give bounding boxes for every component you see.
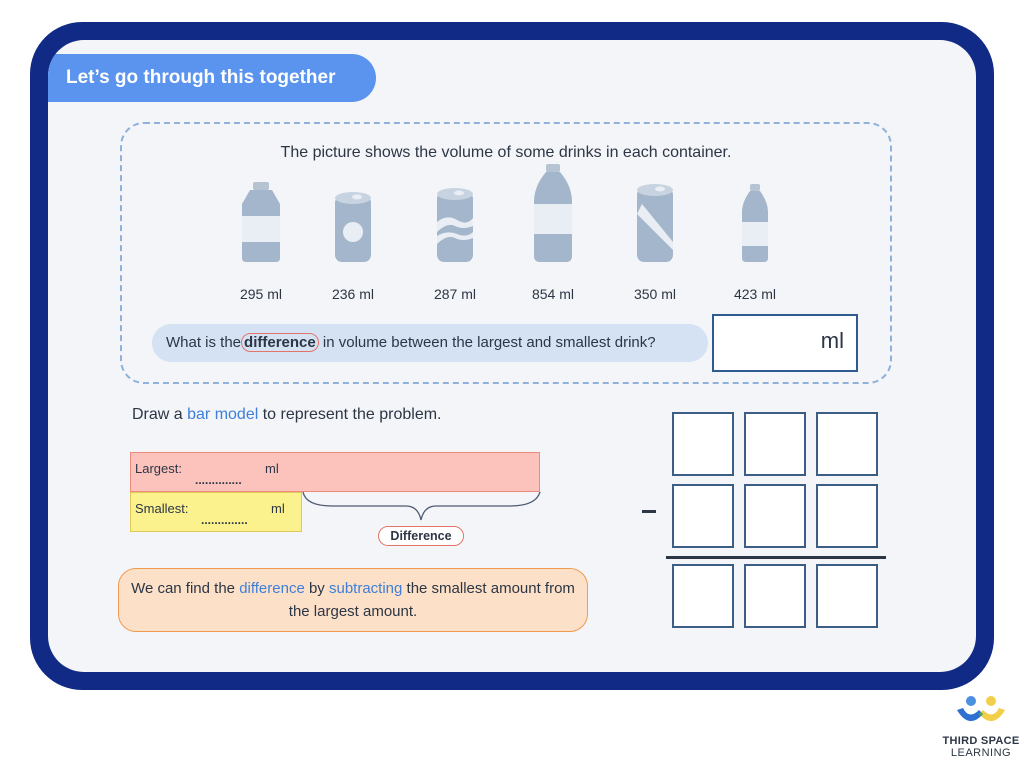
drink-volume: 350 ml	[633, 286, 677, 302]
question-panel: The picture shows the volume of some dri…	[120, 122, 892, 384]
answer-input[interactable]: ml	[712, 314, 858, 372]
difference-label: Difference	[378, 526, 464, 546]
hint-text: by	[304, 580, 329, 597]
drink-volume: 295 ml	[239, 286, 283, 302]
largest-bar: Largest: .............. ml	[130, 452, 540, 492]
third-space-learning-logo: THIRD SPACE LEARNING	[938, 694, 1024, 759]
hint-text: We can find the	[131, 580, 240, 597]
drink-item: 350 ml	[610, 174, 700, 302]
digit-box[interactable]	[672, 412, 734, 476]
digit-box[interactable]	[816, 412, 878, 476]
drink-volume: 854 ml	[531, 286, 575, 302]
drink-item: 236 ml	[308, 174, 398, 302]
largest-blank[interactable]: ..............	[195, 473, 242, 487]
slide-content: Let’s go through this together The pictu…	[48, 40, 976, 672]
smallest-bar: Smallest: .............. ml	[130, 492, 302, 532]
digit-box[interactable]	[816, 484, 878, 548]
hint-box: We can find the difference by subtractin…	[118, 568, 588, 632]
digit-box[interactable]	[744, 412, 806, 476]
drink-item: 854 ml	[508, 162, 598, 302]
slide-banner: Let’s go through this together	[48, 54, 376, 102]
smallest-unit: ml	[271, 501, 285, 516]
question-intro: The picture shows the volume of some dri…	[280, 144, 732, 161]
keyword-difference: difference	[241, 333, 319, 352]
difference-brace	[302, 492, 541, 521]
drink-item: 287 ml	[410, 174, 500, 302]
instruction-text: to represent the problem.	[258, 406, 442, 423]
keyword-bar-model: bar model	[187, 406, 259, 423]
digit-box[interactable]	[744, 484, 806, 548]
drink-volume: 236 ml	[331, 286, 375, 302]
keyword-subtracting: subtracting	[328, 580, 403, 597]
digit-box[interactable]	[672, 484, 734, 548]
bottle-icon	[534, 164, 572, 262]
keyword-difference: difference	[239, 580, 305, 597]
largest-label: Largest:	[135, 461, 182, 476]
drink-volume: 287 ml	[433, 286, 477, 302]
drink-item: 295 ml	[216, 174, 306, 302]
can-icon	[437, 188, 473, 262]
logo-line2: LEARNING	[950, 747, 1012, 759]
largest-unit: ml	[265, 461, 279, 476]
bar-model-instruction: Draw a bar model to represent the proble…	[132, 406, 442, 424]
logo-icon	[957, 696, 1005, 722]
drink-volume: 423 ml	[733, 286, 777, 302]
answer-unit: ml	[820, 328, 844, 353]
bottle-icon	[242, 182, 280, 262]
question-prompt: What is the difference in volume between …	[152, 324, 708, 362]
digit-box[interactable]	[744, 564, 806, 628]
can-icon	[637, 184, 673, 262]
sum-line	[666, 556, 886, 559]
can-icon	[335, 192, 371, 262]
digit-box[interactable]	[816, 564, 878, 628]
prompt-text: What is the	[166, 334, 242, 351]
smallest-label: Smallest:	[135, 501, 189, 516]
drink-item: 423 ml	[710, 174, 800, 302]
instruction-text: Draw a	[132, 406, 188, 423]
minus-sign	[642, 510, 656, 513]
digit-box[interactable]	[672, 564, 734, 628]
prompt-text: in volume between the largest and smalle…	[322, 334, 656, 351]
smallest-blank[interactable]: ..............	[201, 513, 248, 527]
bottle-icon	[742, 184, 768, 262]
logo-line1: THIRD SPACE	[942, 735, 1020, 747]
